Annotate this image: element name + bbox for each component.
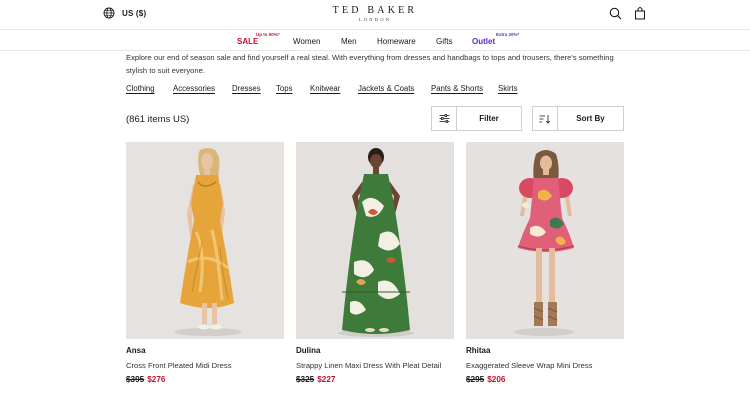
sort-button[interactable]: Sort By bbox=[532, 106, 624, 131]
filter-label: Filter bbox=[479, 114, 499, 123]
category-link-tops[interactable]: Tops bbox=[276, 84, 292, 93]
original-price: $325 bbox=[296, 375, 315, 384]
product-price: $395 $276 bbox=[126, 375, 284, 384]
shopping-bag-icon[interactable] bbox=[634, 7, 648, 21]
product-description[interactable]: Exaggerated Sleeve Wrap Mini Dress bbox=[466, 361, 624, 370]
product-name[interactable]: Ansa bbox=[126, 346, 284, 355]
filter-sliders-icon bbox=[432, 107, 457, 130]
product-name[interactable]: Dulina bbox=[296, 346, 454, 355]
sort-icon bbox=[533, 107, 558, 130]
item-count: (861 items US) bbox=[126, 114, 190, 125]
nav-item-homeware[interactable]: Homeware bbox=[377, 37, 416, 46]
sale-price: $227 bbox=[317, 375, 336, 384]
product-description[interactable]: Cross Front Pleated Midi Dress bbox=[126, 361, 284, 370]
nav-item-men[interactable]: Men bbox=[341, 37, 357, 46]
category-link-knitwear[interactable]: Knitwear bbox=[310, 84, 340, 93]
nav-item-sale[interactable]: SALE bbox=[237, 37, 258, 46]
sale-price: $206 bbox=[487, 375, 506, 384]
product-card-ansa[interactable]: Ansa Cross Front Pleated Midi Dress $395… bbox=[126, 142, 284, 384]
product-description[interactable]: Strappy Linen Maxi Dress With Pleat Deta… bbox=[296, 361, 454, 370]
sale-promo-badge: Up to 50%* bbox=[256, 32, 280, 37]
top-bar: US ($) TED BAKER LONDON bbox=[0, 0, 750, 30]
product-card-rhitaa[interactable]: Rhitaa Exaggerated Sleeve Wrap Mini Dres… bbox=[466, 142, 624, 384]
category-link-jackets-coats[interactable]: Jackets & Coats bbox=[358, 84, 414, 93]
product-image[interactable] bbox=[296, 142, 454, 339]
product-card-dulina[interactable]: Dulina Strappy Linen Maxi Dress With Ple… bbox=[296, 142, 454, 384]
sort-label: Sort By bbox=[576, 114, 605, 123]
filter-button[interactable]: Filter bbox=[431, 106, 522, 131]
category-link-accessories[interactable]: Accessories bbox=[173, 84, 215, 93]
product-image[interactable] bbox=[126, 142, 284, 339]
product-name[interactable]: Rhitaa bbox=[466, 346, 624, 355]
nav-item-outlet[interactable]: Outlet bbox=[472, 37, 495, 46]
intro-text: Explore our end of season sale and find … bbox=[126, 53, 614, 75]
product-image[interactable] bbox=[466, 142, 624, 339]
category-link-dresses[interactable]: Dresses bbox=[232, 84, 261, 93]
nav-item-gifts[interactable]: Gifts bbox=[436, 37, 452, 46]
category-link-clothing[interactable]: Clothing bbox=[126, 84, 155, 93]
product-price: $295 $206 bbox=[466, 375, 624, 384]
main-nav: Up to 50%* SALE Women Men Homeware Gifts… bbox=[0, 29, 750, 51]
category-link-pants-shorts[interactable]: Pants & Shorts bbox=[431, 84, 483, 93]
sale-price: $276 bbox=[147, 375, 166, 384]
original-price: $295 bbox=[466, 375, 485, 384]
original-price: $395 bbox=[126, 375, 145, 384]
outlet-promo-badge: Extra 20%* bbox=[496, 32, 520, 37]
search-icon[interactable] bbox=[609, 7, 623, 21]
product-price: $325 $227 bbox=[296, 375, 454, 384]
category-link-skirts[interactable]: Skirts bbox=[498, 84, 518, 93]
nav-item-women[interactable]: Women bbox=[293, 37, 320, 46]
